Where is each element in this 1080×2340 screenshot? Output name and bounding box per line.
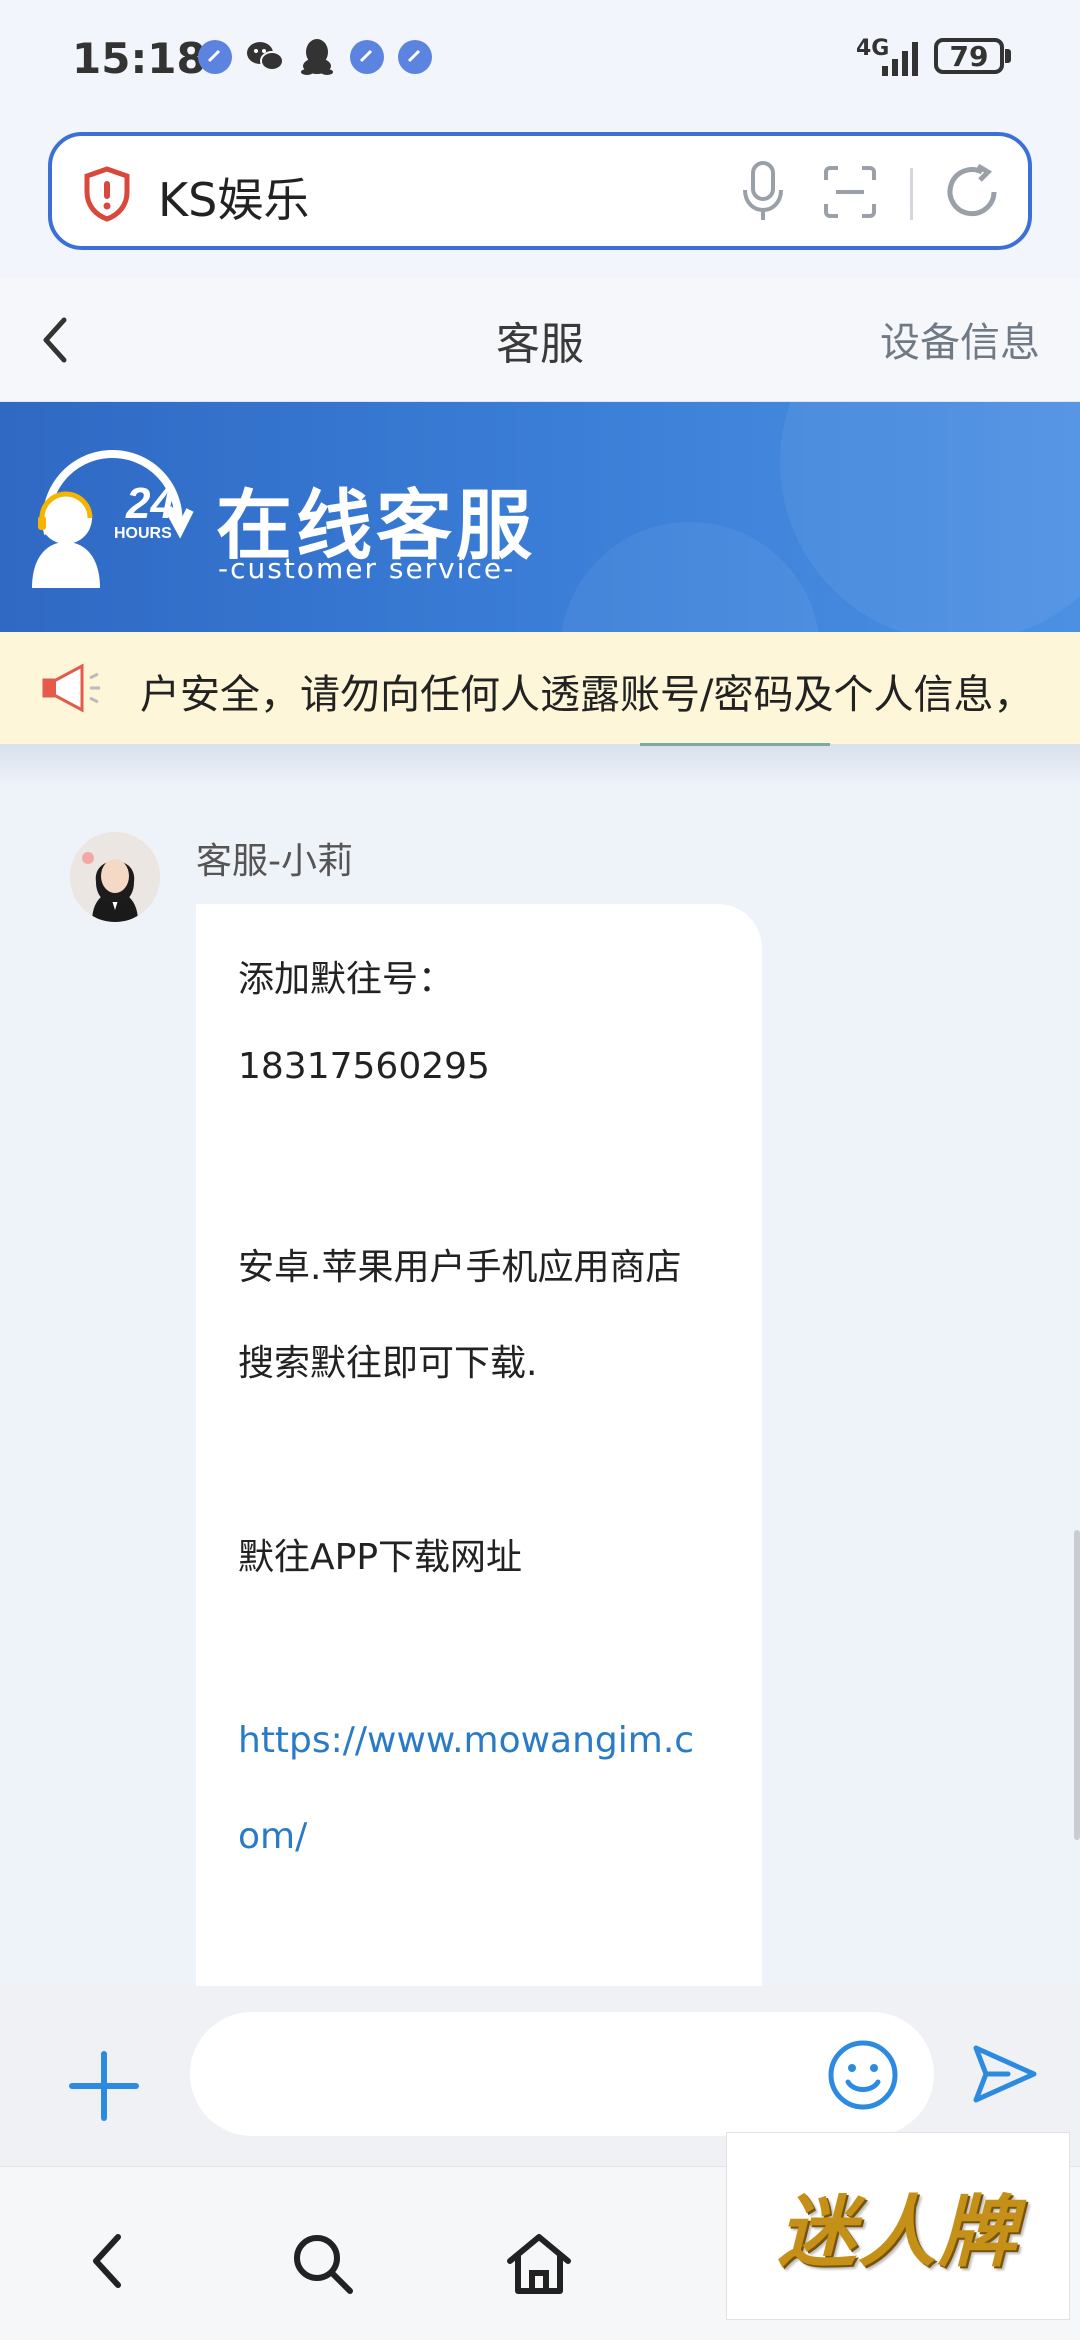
home-icon[interactable] (504, 2231, 574, 2297)
status-bar: 15:18 4G 79 (0, 0, 1080, 120)
scan-icon[interactable] (822, 164, 878, 220)
page-header: 客服 设备信息 (0, 278, 1080, 402)
device-info-button[interactable]: 设备信息 (880, 310, 1040, 368)
message-line: 添加默往号： (238, 959, 455, 1000)
address-bar[interactable]: KS娱乐 (48, 132, 1032, 250)
divider (640, 743, 830, 746)
notification-icons (198, 38, 432, 76)
back-icon[interactable] (84, 2231, 134, 2291)
badge-number: 24 (125, 479, 175, 528)
app-notification-icon (350, 40, 384, 74)
badge-label: HOURS (114, 525, 172, 542)
message-bubble: 添加默往号： 18317560295 安卓.苹果用户手机应用商店 搜索默往即可下… (196, 904, 762, 2014)
watermark-text: 迷人牌 (777, 2188, 1018, 2278)
divider (910, 168, 913, 220)
support-agent-icon: 24 HOURS (32, 450, 194, 588)
notice-shadow (0, 744, 1080, 784)
shield-warning-icon[interactable] (82, 166, 132, 222)
download-link-continued[interactable]: om/ (238, 1816, 307, 1857)
service-banner: 24 HOURS 在线客服 -customer service- (0, 402, 1080, 632)
agent-name: 客服-小莉 (196, 841, 353, 882)
signal-icon (882, 42, 918, 76)
search-icon[interactable] (290, 2231, 356, 2297)
notice-text: 户安全，请勿向任何人透露账号/密码及个人信息， (140, 672, 1034, 718)
message-line: 默往APP下载网址 (238, 1537, 523, 1578)
battery-icon: 79 (934, 38, 1004, 74)
browser-toolbar: KS娱乐 (0, 120, 1080, 278)
megaphone-icon (42, 663, 100, 713)
download-link[interactable]: https://www.mowangim.c (238, 1720, 694, 1761)
battery-tip (1005, 49, 1011, 63)
banner-decoration (780, 402, 1080, 632)
status-time: 15:18 (72, 34, 206, 83)
emoji-icon[interactable] (826, 2038, 900, 2112)
reload-icon[interactable] (942, 162, 1002, 222)
wechat-icon (246, 38, 284, 76)
message-input[interactable] (190, 2012, 934, 2136)
phone-number[interactable]: 18317560295 (238, 1046, 490, 1087)
banner-subtitle: -customer service- (218, 552, 516, 585)
battery-level: 79 (949, 39, 989, 73)
send-icon[interactable] (970, 2042, 1040, 2106)
message-line: 安卓.苹果用户手机应用商店 (238, 1247, 682, 1288)
qq-icon (298, 38, 336, 76)
plus-icon[interactable] (66, 2048, 142, 2124)
agent-avatar[interactable] (70, 832, 160, 922)
notice-bar: 户安全，请勿向任何人透露账号/密码及个人信息， (0, 632, 1080, 744)
app-notification-icon (398, 40, 432, 74)
microphone-icon[interactable] (740, 160, 786, 224)
url-text[interactable]: KS娱乐 (158, 164, 309, 230)
scrollbar[interactable] (1074, 1530, 1080, 1840)
message-line: 搜索默往即可下载. (238, 1343, 538, 1384)
watermark-logo: 迷人牌 (726, 2132, 1070, 2320)
app-notification-icon (198, 40, 232, 74)
banner-decoration (560, 522, 820, 632)
